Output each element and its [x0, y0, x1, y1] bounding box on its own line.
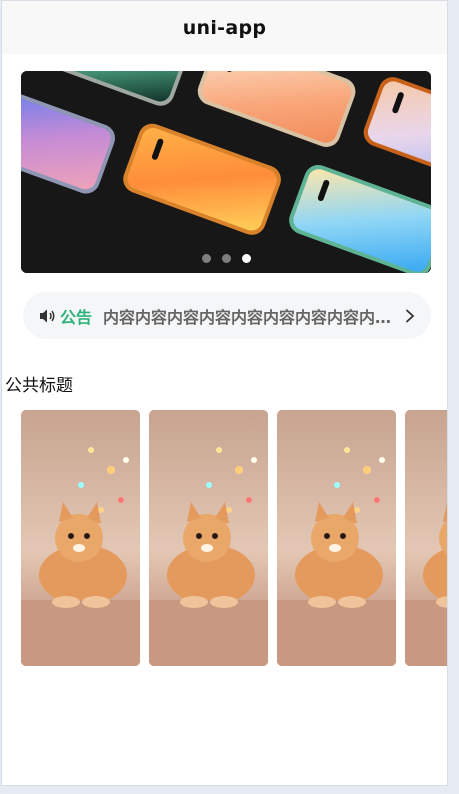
card-item[interactable]	[21, 410, 140, 666]
notice-text: 内容内容内容内容内容内容内容内容内容内容	[103, 307, 393, 327]
cat-image	[405, 410, 447, 666]
banner-swiper[interactable]	[21, 71, 431, 273]
cat-image	[149, 410, 268, 666]
app-screen: uni-app 公告 内容内容内容内容内容内容内容内容内容内容 公共标题	[1, 0, 448, 786]
cat-image	[21, 410, 140, 666]
card-item[interactable]	[277, 410, 396, 666]
notice-bar[interactable]: 公告 内容内容内容内容内容内容内容内容内容内容	[23, 292, 431, 339]
navbar: uni-app	[2, 1, 447, 54]
indicator-dot[interactable]	[201, 254, 211, 263]
page-title: uni-app	[182, 16, 267, 39]
indicator-dot[interactable]	[221, 254, 231, 263]
chevron-right-icon[interactable]	[403, 309, 417, 323]
card-item[interactable]	[149, 410, 268, 666]
card-item[interactable]	[405, 410, 447, 666]
banner-indicator	[21, 254, 431, 263]
card-list[interactable]	[21, 410, 447, 666]
indicator-dot-active[interactable]	[241, 254, 251, 263]
banner-image	[21, 71, 431, 273]
section-title: 公共标题	[5, 376, 73, 396]
cat-image	[277, 410, 396, 666]
speaker-icon	[40, 309, 55, 322]
notice-tag: 公告	[60, 307, 93, 327]
